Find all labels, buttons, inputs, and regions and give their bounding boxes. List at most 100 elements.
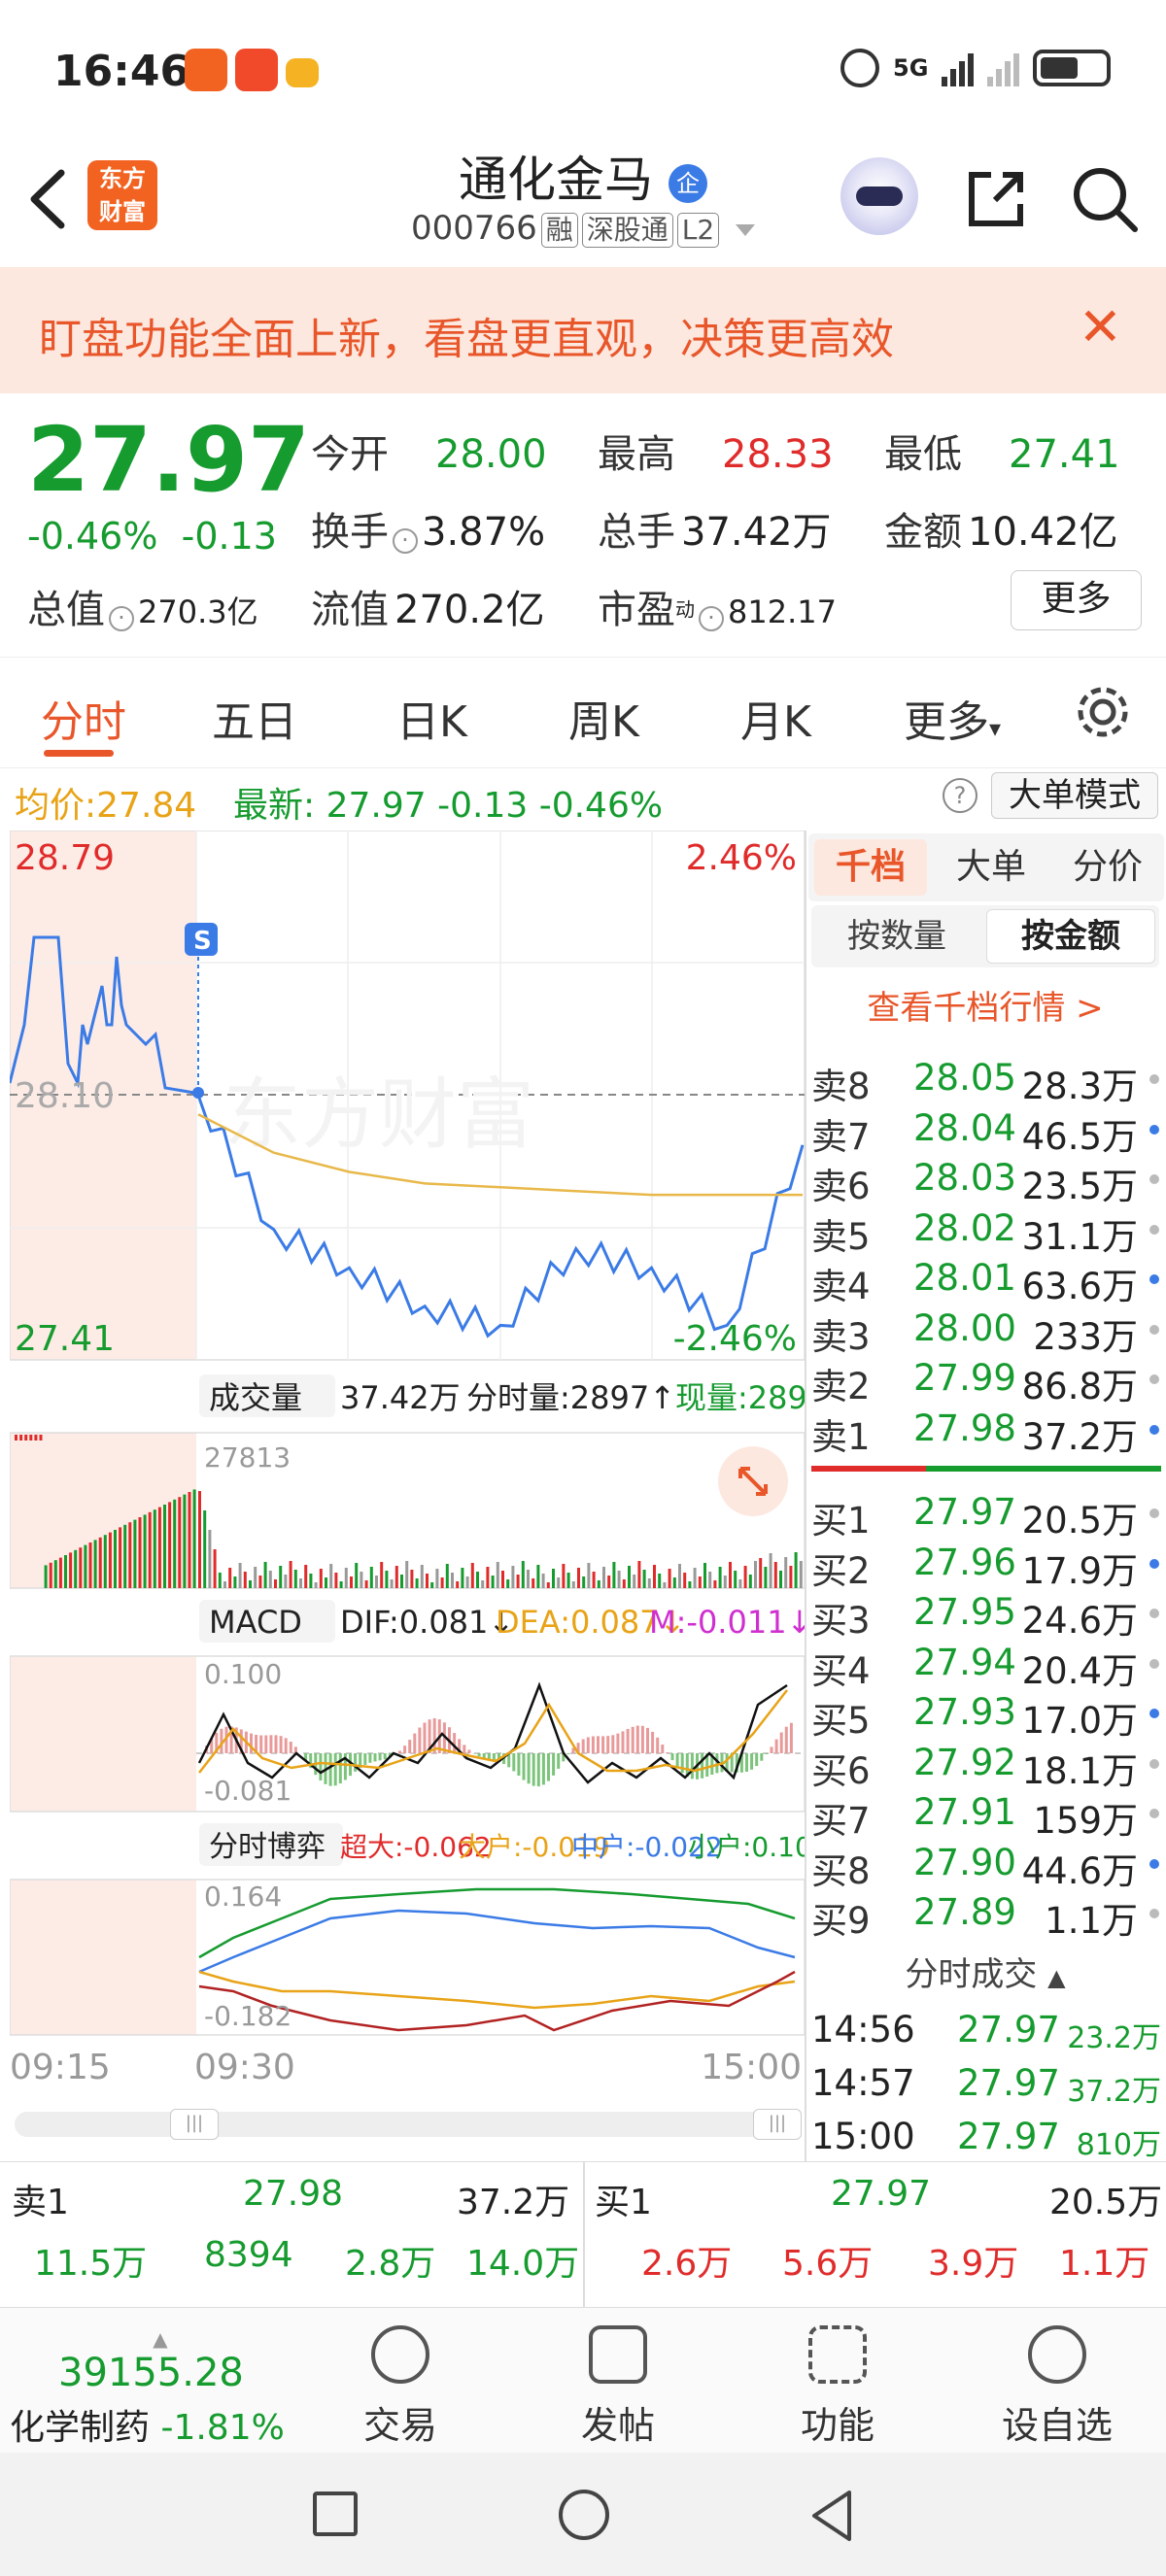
sell-row[interactable]: 卖5 28.02 31.1万	[811, 1207, 1161, 1258]
quote-turnover: 换手 · 3.87%	[311, 500, 545, 557]
low-label: 最低	[884, 432, 962, 477]
pre-volume-bar	[178, 1497, 182, 1588]
info-icon[interactable]: ·	[699, 605, 724, 631]
macd-bar	[522, 1753, 526, 1780]
volume-bar	[203, 1510, 207, 1588]
volume-bar	[521, 1561, 525, 1588]
order-dot-icon	[1149, 1374, 1159, 1384]
tab-price-dist[interactable]: 分价	[1051, 839, 1164, 896]
quote-open: 今开 28.00	[311, 423, 547, 479]
info-icon[interactable]: ·	[109, 605, 134, 631]
tab-depth[interactable]: 千档	[814, 839, 927, 896]
macd-bar	[666, 1752, 669, 1753]
buy-row[interactable]: 买6 27.92 18.1万	[811, 1742, 1161, 1792]
big-order-mode-button[interactable]: 大单模式	[991, 772, 1158, 819]
feature-banner[interactable]: 盯盘功能全面上新，看盘更直观，决策更高效 ✕	[0, 267, 1166, 393]
macd-m: M:-0.011↓	[649, 1604, 806, 1641]
tab-more[interactable]: 更多▾	[904, 687, 1001, 749]
sell-price: 27.99	[913, 1357, 1016, 1399]
volume-bar	[258, 1576, 262, 1588]
post-button[interactable]: 发帖	[540, 2308, 696, 2449]
slider-handle-left[interactable]: |||	[170, 2109, 219, 2140]
share-icon[interactable]	[962, 165, 1030, 233]
buy-row[interactable]: 买5 27.93 17.0万	[811, 1691, 1161, 1742]
volume-bar	[350, 1576, 353, 1588]
settings-icon[interactable]	[1074, 683, 1132, 741]
macd-bar	[517, 1753, 521, 1777]
macd-bar	[547, 1753, 550, 1781]
by-amount-tab[interactable]: 按金额	[986, 909, 1155, 964]
sell-price: 27.98	[913, 1407, 1016, 1449]
quick-buy-cell: 3.9万	[928, 2244, 1019, 2284]
volume-bar	[653, 1565, 656, 1588]
order-dot-icon	[1149, 1424, 1159, 1435]
buy-row[interactable]: 买7 27.91 159万	[811, 1791, 1161, 1842]
macd-bar	[492, 1753, 496, 1761]
macd-dif-line	[197, 1681, 788, 1784]
macd-bar	[566, 1753, 570, 1754]
volume-bar	[511, 1566, 515, 1588]
buy-row[interactable]: 买4 27.94 20.4万	[811, 1642, 1161, 1692]
sell-row[interactable]: 卖6 28.03 23.5万	[811, 1157, 1161, 1207]
time-range-slider[interactable]: ||| |||	[15, 2109, 802, 2140]
recents-icon[interactable]	[313, 2491, 358, 2536]
sell-row[interactable]: 卖2 27.99 86.8万	[811, 1357, 1161, 1407]
caret-up-icon: ▲	[1047, 1964, 1066, 1991]
trade-button[interactable]: 交易	[323, 2308, 478, 2449]
buy-level-label: 买1	[811, 1500, 871, 1542]
volume-bar	[748, 1575, 752, 1588]
intraday-chart[interactable]: 东方财富 S 28.79 28.10 27.41 2.46% -2.46% 成交…	[10, 830, 806, 2098]
volume-bar	[319, 1569, 323, 1588]
help-icon[interactable]: ?	[943, 778, 977, 813]
volume-bar	[506, 1579, 510, 1588]
trade-volume: 810万	[1076, 2128, 1161, 2162]
tick-trades-header[interactable]: 分时成交 ▲	[811, 1948, 1159, 1995]
sell-row[interactable]: 卖3 28.00 233万	[811, 1307, 1161, 1358]
latest-change: -0.13	[437, 786, 529, 826]
tab-big-orders[interactable]: 大单	[935, 839, 1047, 896]
view-depth-link[interactable]: 查看千档行情 >	[811, 981, 1159, 1029]
buy-level-label: 买6	[811, 1749, 871, 1792]
tab-intraday[interactable]: 分时	[41, 687, 126, 749]
tab-5day[interactable]: 五日	[212, 687, 297, 749]
macd-bar	[482, 1753, 486, 1758]
buy-price: 27.95	[913, 1591, 1016, 1633]
more-button[interactable]: 更多	[1011, 570, 1142, 630]
quick-sell-cell: 11.5万	[34, 2244, 148, 2284]
add-watchlist-button[interactable]: 设自选	[979, 2308, 1135, 2449]
open-marker	[192, 1087, 204, 1099]
sell-row[interactable]: 卖4 28.01 63.6万	[811, 1257, 1161, 1307]
by-quantity-tab[interactable]: 按数量	[811, 909, 982, 964]
macd-bar	[621, 1731, 625, 1753]
macd-bar	[597, 1736, 600, 1753]
buy-row[interactable]: 买9 27.89 1.1万	[811, 1891, 1161, 1942]
macd-bar	[269, 1735, 273, 1753]
order-dot-icon	[1149, 1609, 1159, 1618]
tab-daily-k[interactable]: 日K	[396, 687, 467, 749]
index-ticker[interactable]: ▲ 39155.28 化学制药 -1.81%	[10, 2327, 311, 2450]
trade-price: 27.97	[957, 2116, 1060, 2157]
buy-row[interactable]: 买8 27.90 44.6万	[811, 1842, 1161, 1892]
sell-row[interactable]: 卖8 28.05 28.3万	[811, 1057, 1161, 1107]
buy-row[interactable]: 买3 27.95 24.6万	[811, 1591, 1161, 1642]
assistant-avatar[interactable]	[840, 157, 918, 235]
home-icon[interactable]	[559, 2490, 609, 2540]
macd-bar	[591, 1736, 595, 1753]
tab-weekly-k[interactable]: 周K	[568, 687, 639, 749]
quick-buy-amt: 20.5万	[1049, 2183, 1163, 2222]
close-icon[interactable]: ✕	[1079, 296, 1122, 357]
chevron-down-icon[interactable]	[736, 223, 756, 236]
search-icon[interactable]	[1069, 163, 1142, 236]
buy-row[interactable]: 买1 27.97 20.5万	[811, 1491, 1161, 1542]
buy-row[interactable]: 买2 27.96 17.9万	[811, 1541, 1161, 1592]
tab-monthly-k[interactable]: 月K	[740, 687, 811, 749]
buy-price: 27.96	[913, 1541, 1016, 1583]
info-icon[interactable]: ·	[393, 527, 418, 554]
slider-handle-right[interactable]: |||	[753, 2109, 802, 2140]
back-nav-icon[interactable]	[806, 2487, 855, 2545]
sell-row[interactable]: 卖7 28.04 46.5万	[811, 1107, 1161, 1158]
functions-button[interactable]: 功能	[760, 2308, 915, 2449]
sell-row[interactable]: 卖1 27.98 37.2万	[811, 1407, 1161, 1458]
volume-bar	[713, 1580, 717, 1588]
pre-volume-bar	[133, 1519, 137, 1588]
